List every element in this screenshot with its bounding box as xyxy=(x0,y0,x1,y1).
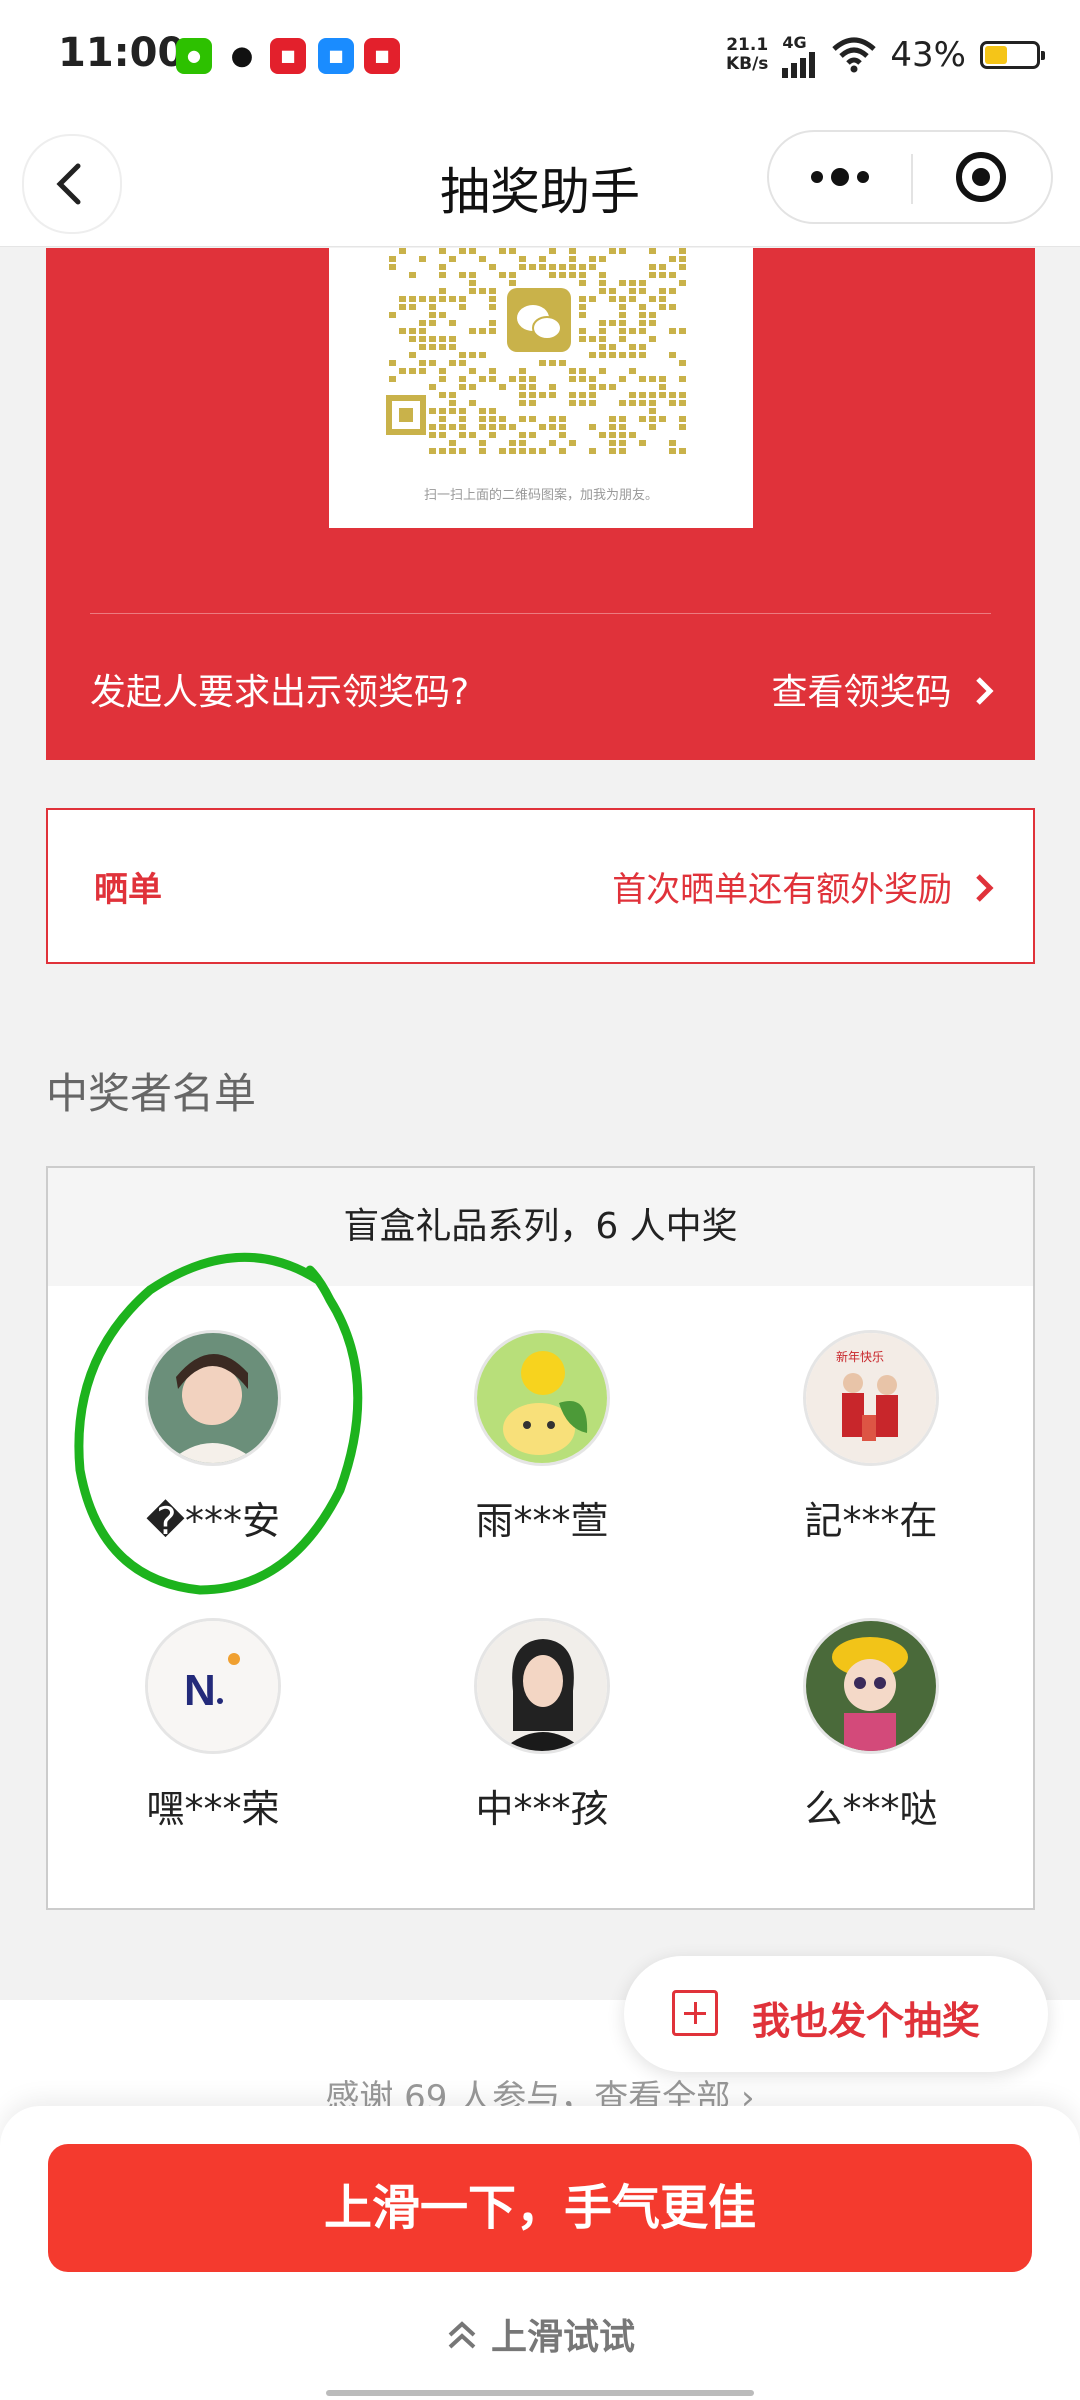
qr-caption: 扫一扫上面的二维码图案，加我为朋友。 xyxy=(423,488,658,503)
chevron-right-icon xyxy=(976,677,994,705)
app-red-2-icon: ■ xyxy=(364,38,400,74)
claim-link-label: 查看领奖码 xyxy=(771,672,952,713)
card-divider xyxy=(90,613,991,614)
swipe-hint[interactable]: 上滑试试 xyxy=(0,2308,1080,2360)
avatar: 新年快乐 xyxy=(803,1330,939,1466)
avatar xyxy=(803,1618,939,1754)
qr-code-icon[interactable] xyxy=(329,248,753,478)
qq-icon: ● xyxy=(224,38,260,74)
create-lottery-label: 我也发个抽奖 xyxy=(752,1999,981,2043)
network-type: 4G xyxy=(782,32,807,52)
battery-icon xyxy=(980,41,1045,69)
annotation-circle xyxy=(74,1252,363,1595)
share-reward-link[interactable]: 首次晒单还有额外奖励 xyxy=(612,862,995,911)
share-link-label: 首次晒单还有额外奖励 xyxy=(612,870,953,910)
app-blue-icon: ■ xyxy=(318,38,354,74)
swipe-hint-label: 上滑试试 xyxy=(490,2317,635,2358)
status-indicators: 21.1 KB/s 4G 43% xyxy=(726,30,1045,80)
share-label: 晒单 xyxy=(94,870,162,910)
mini-program-capsule xyxy=(767,130,1053,224)
winner-item[interactable]: 么***哒 xyxy=(706,1618,1036,1833)
status-bar: 11:00 ● ● ■ ■ ■ 21.1 KB/s 4G 43% xyxy=(0,0,1080,112)
view-claim-code-link[interactable]: 查看领奖码 xyxy=(772,663,995,715)
net-speed-value: 21.1 xyxy=(726,35,769,55)
share-result-row[interactable]: 晒单 首次晒单还有额外奖励 xyxy=(46,808,1035,964)
chevron-right-icon xyxy=(976,874,994,902)
nav-bar: 抽奖助手 xyxy=(0,112,1080,247)
bottom-sheet: 上滑一下，手气更佳 上滑试试 xyxy=(0,2106,1080,2400)
winner-item[interactable]: 新年快乐 記***在 xyxy=(706,1330,1036,1545)
create-lottery-button[interactable]: 我也发个抽奖 xyxy=(624,1956,1048,2072)
home-indicator[interactable] xyxy=(326,2390,754,2396)
avatar xyxy=(474,1330,610,1466)
winner-name: 么***哒 xyxy=(804,1787,938,1831)
signal-icon: 4G xyxy=(782,33,818,78)
avatar xyxy=(474,1618,610,1754)
winners-section-title: 中奖者名单 xyxy=(46,1069,257,1118)
winner-name: 中***孩 xyxy=(475,1787,609,1831)
prize-card: 扫一扫上面的二维码图案，加我为朋友。 发起人要求出示领奖码? 查看领奖码 xyxy=(46,248,1035,760)
svg-text:新年快乐: 新年快乐 xyxy=(836,1349,884,1364)
more-dots-icon xyxy=(811,168,869,186)
claim-question: 发起人要求出示领奖码? xyxy=(90,672,470,713)
wifi-icon xyxy=(832,37,877,73)
network-speed: 21.1 KB/s xyxy=(726,36,768,74)
svg-text:N: N xyxy=(184,1666,216,1715)
status-time: 11:00 xyxy=(58,30,186,76)
net-speed-unit: KB/s xyxy=(725,54,769,74)
more-button[interactable] xyxy=(769,132,911,222)
qr-code-panel: 扫一扫上面的二维码图案，加我为朋友。 xyxy=(329,248,753,528)
target-icon xyxy=(956,152,1006,202)
plus-square-icon xyxy=(672,1990,718,2036)
swipe-up-button[interactable]: 上滑一下，手气更佳 xyxy=(48,2144,1032,2272)
wechat-icon: ● xyxy=(176,38,212,74)
battery-percent: 43% xyxy=(890,35,966,75)
battery-level xyxy=(985,46,1007,64)
double-chevron-up-icon xyxy=(448,2321,476,2349)
winner-name: 嘿***荣 xyxy=(146,1787,280,1831)
app-red-icon: ■ xyxy=(270,38,306,74)
close-mini-program-button[interactable] xyxy=(913,132,1053,222)
winner-name: 記***在 xyxy=(804,1499,938,1543)
